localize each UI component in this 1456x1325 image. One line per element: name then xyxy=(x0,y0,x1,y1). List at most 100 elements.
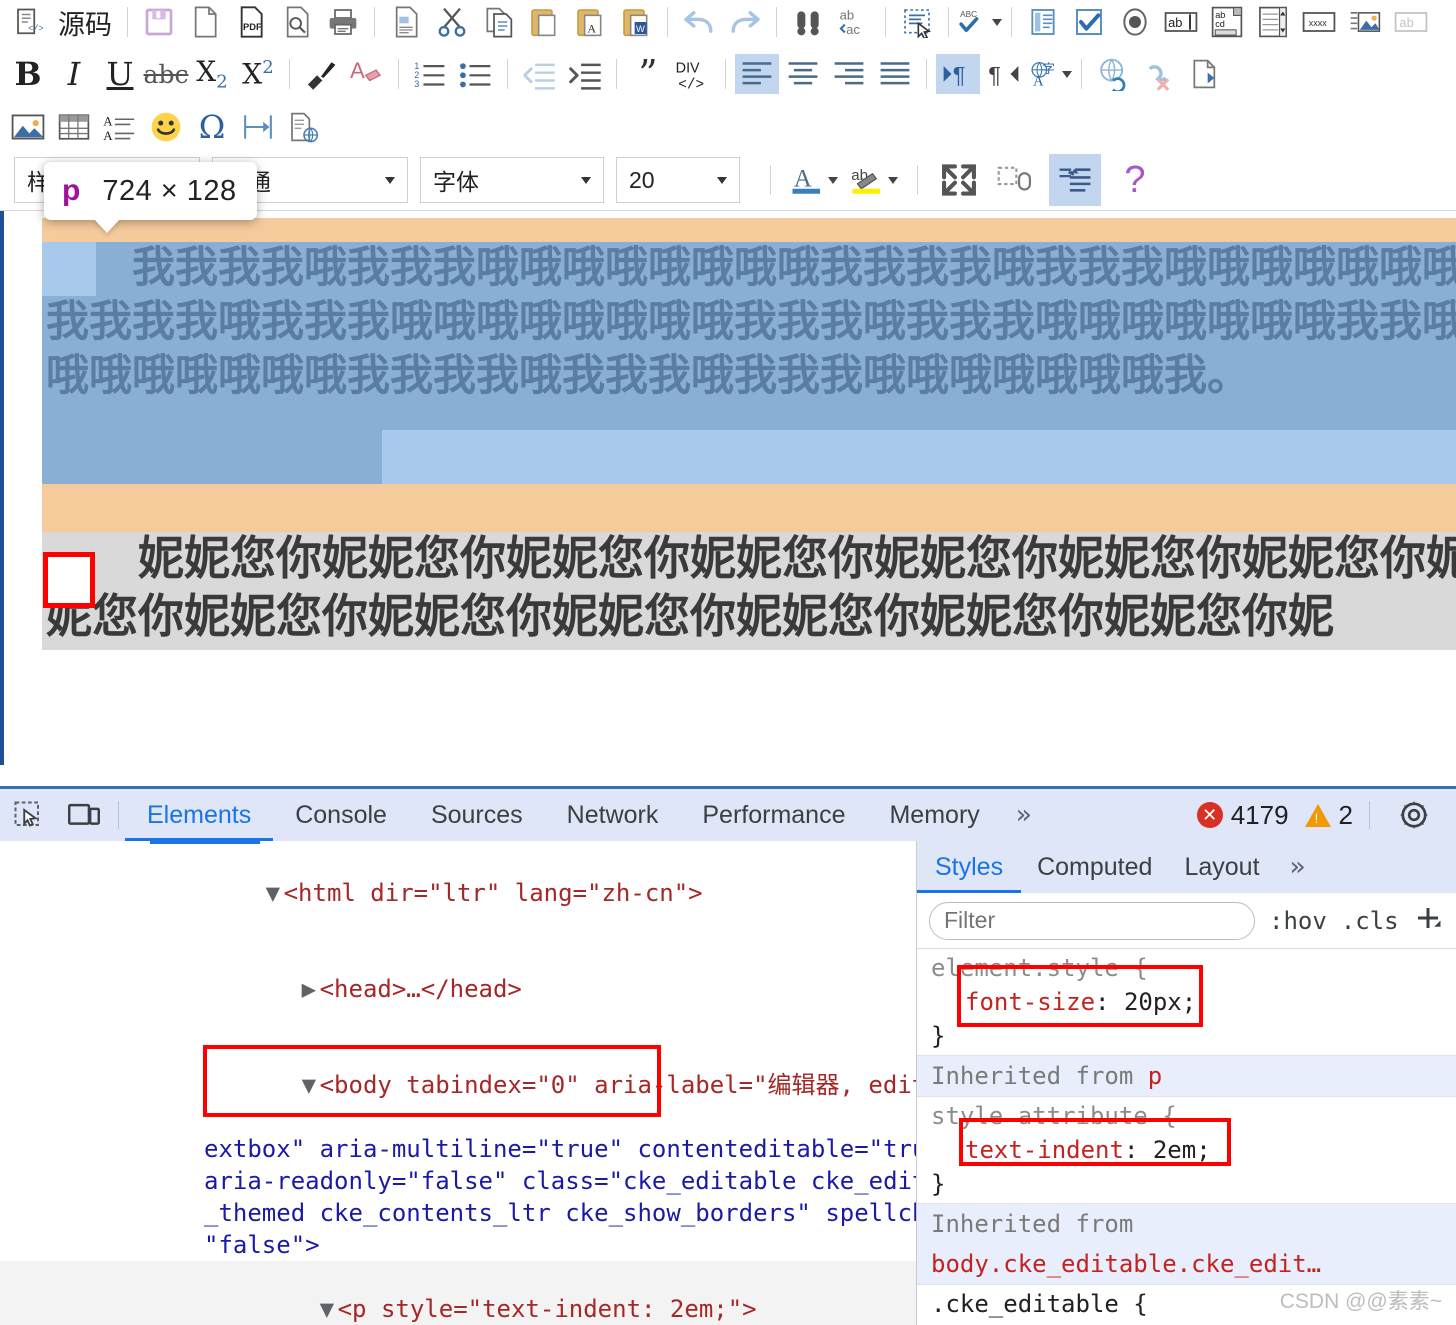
copy-formatting-icon[interactable]: A xyxy=(345,54,389,94)
table-icon[interactable] xyxy=(52,107,96,147)
page-break-icon[interactable] xyxy=(236,107,280,147)
help-icon[interactable]: ? xyxy=(1113,159,1157,201)
tab-computed[interactable]: Computed xyxy=(1021,841,1168,893)
inspect-element-icon[interactable] xyxy=(0,789,56,841)
source-label[interactable]: 源码 xyxy=(52,3,118,42)
hidden-field-icon[interactable]: ab xyxy=(1389,2,1433,42)
error-badge[interactable]: ✕ 4179 xyxy=(1196,800,1289,831)
rule-value[interactable]: 2em; xyxy=(1153,1136,1211,1164)
unlink-icon[interactable] xyxy=(1137,54,1181,94)
device-toolbar-icon[interactable] xyxy=(56,789,112,841)
chevron-down-icon[interactable] xyxy=(888,176,898,184)
inherited-source[interactable]: p xyxy=(1148,1062,1162,1090)
numbered-list-icon[interactable]: 123 xyxy=(408,54,452,94)
more-tabs-icon[interactable]: » xyxy=(1002,800,1046,830)
expand-triangle-icon[interactable]: ▼ xyxy=(266,877,284,909)
font-select[interactable]: 字体 xyxy=(420,157,604,203)
copy-icon[interactable] xyxy=(476,2,520,42)
expand-triangle-icon[interactable]: ▶ xyxy=(302,973,320,1005)
checkbox-icon[interactable] xyxy=(1067,2,1111,42)
source-icon[interactable]: </> xyxy=(6,2,50,42)
show-blocks-icon[interactable] xyxy=(993,160,1037,200)
bold-icon[interactable]: B xyxy=(6,54,50,94)
dom-row-head[interactable]: ▶ <head>…</head> xyxy=(0,941,916,1037)
fontsize-select[interactable]: 20 xyxy=(616,157,740,203)
export-pdf-icon[interactable]: PDF xyxy=(229,2,273,42)
inherited-source[interactable]: body.cke_editable.cke_edit… xyxy=(931,1250,1321,1278)
link-icon[interactable] xyxy=(1091,54,1135,94)
paragraph-1[interactable]: 我我我我哦我我我哦哦哦哦哦哦哦哦我我我我哦我我我哦哦哦哦哦哦哦我我我我哦我我我哦… xyxy=(46,241,1456,403)
select-field-icon[interactable] xyxy=(1251,2,1295,42)
superscript-icon[interactable]: X2 xyxy=(236,54,280,94)
undo-icon[interactable] xyxy=(677,2,721,42)
special-char-icon[interactable]: Ω xyxy=(190,107,234,147)
find-icon[interactable] xyxy=(786,2,830,42)
image-icon[interactable] xyxy=(6,107,50,147)
rule-prop[interactable]: font-size xyxy=(965,988,1095,1016)
justify-icon[interactable] xyxy=(873,54,917,94)
tab-styles[interactable]: Styles xyxy=(917,841,1021,893)
tab-sources[interactable]: Sources xyxy=(409,789,545,841)
new-page-icon[interactable] xyxy=(183,2,227,42)
editor-content-area[interactable]: 我我我我哦我我我哦哦哦哦哦哦哦哦我我我我哦我我我哦哦哦哦哦哦哦我我我我哦我我我哦… xyxy=(0,211,1456,765)
radio-icon[interactable] xyxy=(1113,2,1157,42)
button-icon[interactable]: xxxx xyxy=(1297,2,1341,42)
chevron-down-icon[interactable] xyxy=(1062,70,1072,78)
cls-button[interactable]: .cls xyxy=(1341,907,1399,935)
align-center-icon[interactable] xyxy=(781,54,825,94)
chevron-down-icon[interactable] xyxy=(828,176,838,184)
italic-icon[interactable]: I xyxy=(52,54,96,94)
smiley-icon[interactable] xyxy=(144,107,188,147)
print-icon[interactable] xyxy=(321,2,365,42)
rule-element-style[interactable]: element.style { font-size: 20px; } xyxy=(917,949,1456,1055)
warning-badge[interactable]: 2 xyxy=(1304,800,1353,831)
expand-triangle-icon[interactable]: ▼ xyxy=(302,1069,320,1101)
tab-console[interactable]: Console xyxy=(273,789,409,841)
redo-icon[interactable] xyxy=(723,2,767,42)
horizontal-rule-icon[interactable]: AA xyxy=(98,107,142,147)
subscript-icon[interactable]: X2 xyxy=(190,54,234,94)
paste-text-icon[interactable]: A xyxy=(568,2,612,42)
textarea-icon[interactable]: ab cd xyxy=(1205,2,1249,42)
image-button-icon[interactable] xyxy=(1343,2,1387,42)
styles-filter-input[interactable] xyxy=(929,901,1255,940)
create-div-icon[interactable]: DIV </> xyxy=(672,54,716,94)
styles-more-tabs-icon[interactable]: » xyxy=(1276,852,1320,882)
tab-performance[interactable]: Performance xyxy=(680,789,867,841)
preview-icon[interactable] xyxy=(275,2,319,42)
tab-network[interactable]: Network xyxy=(545,789,681,841)
cut-icon[interactable] xyxy=(430,2,474,42)
anchor-icon[interactable] xyxy=(1183,54,1227,94)
remove-format-icon[interactable] xyxy=(299,54,343,94)
tab-layout[interactable]: Layout xyxy=(1168,841,1275,893)
background-color-icon[interactable]: ab xyxy=(850,160,898,200)
indent-icon[interactable] xyxy=(563,54,607,94)
language-icon[interactable]: A字 xyxy=(1028,54,1072,94)
templates-icon[interactable] xyxy=(384,2,428,42)
rule-prop[interactable]: text-indent xyxy=(965,1136,1124,1164)
align-right-icon[interactable] xyxy=(827,54,871,94)
expand-triangle-icon[interactable]: ▼ xyxy=(320,1293,338,1325)
chevron-down-icon[interactable] xyxy=(992,18,1002,26)
paste-word-icon[interactable]: W xyxy=(614,2,658,42)
iframe-icon[interactable] xyxy=(282,107,326,147)
dom-row-html[interactable]: ▼ <html dir="ltr" lang="zh-cn"> xyxy=(0,841,916,941)
align-left-icon[interactable] xyxy=(735,54,779,94)
text-color-icon[interactable]: A xyxy=(790,160,838,200)
hov-button[interactable]: :hov xyxy=(1269,907,1327,935)
rule-value[interactable]: 20px; xyxy=(1124,988,1196,1016)
dom-tree[interactable]: ▼ <html dir="ltr" lang="zh-cn"> ▶ <head>…<… xyxy=(0,841,916,1325)
gear-icon[interactable] xyxy=(1386,789,1442,841)
indent-block-icon[interactable] xyxy=(1049,154,1101,206)
rtl-icon[interactable]: ¶ xyxy=(982,54,1026,94)
ltr-icon[interactable]: ¶ xyxy=(936,54,980,94)
form-icon[interactable] xyxy=(1021,2,1065,42)
dom-row-body[interactable]: ▼ <body tabindex="0" aria-label="编辑器, edi… xyxy=(0,1037,916,1133)
outdent-icon[interactable] xyxy=(517,54,561,94)
textfield-icon[interactable]: ab xyxy=(1159,2,1203,42)
strikethrough-icon[interactable]: abc xyxy=(144,54,189,94)
underline-icon[interactable]: U xyxy=(98,54,142,94)
paragraph-2[interactable]: 妮妮您你妮妮您你妮妮您你妮妮您你妮妮您你妮妮您你妮妮您你妮妮您你妮妮您你妮妮您你… xyxy=(46,529,1456,645)
spellcheck-icon[interactable]: ABC xyxy=(958,2,1002,42)
bulleted-list-icon[interactable] xyxy=(454,54,498,94)
